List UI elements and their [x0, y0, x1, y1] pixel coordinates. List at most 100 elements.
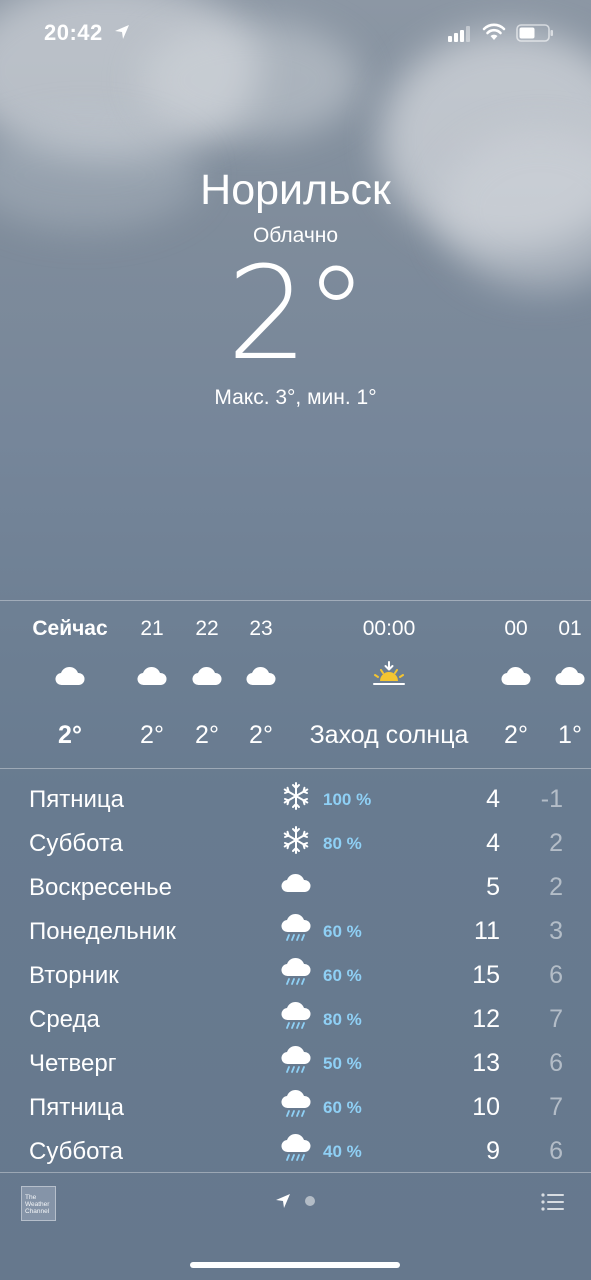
cloud-icon	[246, 666, 276, 686]
weather-channel-logo-text: The Weather Channel	[25, 1194, 50, 1215]
day-high: 9	[486, 1137, 500, 1165]
hourly-item: 22 2°	[185, 601, 229, 768]
day-name: Четверг	[29, 1050, 117, 1077]
hourly-time: 01	[558, 617, 582, 640]
hourly-temp: 1°	[558, 721, 582, 749]
weather-channel-logo[interactable]: The Weather Channel	[21, 1186, 56, 1221]
day-name: Вторник	[29, 962, 119, 989]
cellular-signal-icon	[448, 26, 470, 42]
home-indicator[interactable]	[190, 1262, 400, 1268]
day-name: Суббота	[29, 830, 123, 857]
hourly-time: 00:00	[362, 617, 416, 640]
precip-chance: 50 %	[323, 1054, 362, 1073]
hourly-time: Сейчас	[32, 617, 108, 640]
location-arrow-icon[interactable]	[275, 1193, 291, 1209]
day-high: 5	[486, 873, 500, 901]
hourly-temp: 2°	[195, 721, 219, 749]
daily-row: Четверг 50 % 13 6	[0, 1038, 591, 1082]
battery-icon	[516, 24, 553, 42]
day-high: 11	[474, 917, 500, 945]
current-temperature-value: 2°	[226, 240, 368, 389]
hourly-item: 23 2°	[239, 601, 283, 768]
daily-row: Среда 80 % 12 7	[0, 994, 591, 1038]
snowflake-icon	[283, 782, 309, 810]
cloud-icon	[137, 666, 167, 686]
cloud-icon	[281, 873, 311, 893]
day-high: 4	[486, 785, 500, 813]
precip-chance: 60 %	[323, 1098, 362, 1117]
status-bar: 20:42	[0, 0, 591, 66]
day-high: 10	[472, 1093, 500, 1121]
daily-row: Воскресенье 5 2	[0, 862, 591, 906]
hourly-time: 21	[140, 617, 164, 640]
hourly-time: 22	[195, 617, 219, 640]
hourly-item: Сейчас 2°	[22, 601, 118, 768]
wifi-icon	[482, 23, 506, 40]
precip-chance: 40 %	[323, 1142, 362, 1161]
city-name: Норильск	[200, 166, 391, 214]
day-low: 2	[549, 873, 563, 901]
cloud-icon	[501, 666, 531, 686]
cloud-rain-icon	[281, 1133, 311, 1161]
day-name: Суббота	[29, 1138, 123, 1165]
cloud-rain-icon	[281, 1045, 311, 1073]
list-icon[interactable]	[541, 1192, 565, 1212]
daily-row: Понедельник 60 % 11 3	[0, 906, 591, 950]
divider	[0, 1172, 591, 1173]
daily-row: Пятница 60 % 10 7	[0, 1082, 591, 1126]
hourly-temp: Заход солнца	[309, 721, 469, 749]
location-arrow-icon	[115, 25, 129, 39]
cloud-rain-icon	[281, 1001, 311, 1029]
precip-chance: 80 %	[323, 1010, 362, 1029]
precip-chance: 80 %	[323, 834, 362, 853]
day-name: Понедельник	[29, 918, 176, 945]
day-name: Воскресенье	[29, 874, 173, 901]
cloud-icon	[555, 666, 585, 686]
hourly-forecast[interactable]: Сейчас 2° 21 2° 22 2° 23 2° 00:00 Заход …	[0, 601, 591, 768]
day-high: 12	[472, 1005, 500, 1033]
precip-chance: 60 %	[323, 922, 362, 941]
day-low: 2	[549, 829, 563, 857]
daily-row: Пятница 100 % 4 -1	[0, 774, 591, 818]
day-high: 13	[472, 1049, 500, 1077]
precip-chance: 60 %	[323, 966, 362, 985]
day-low: 7	[549, 1093, 563, 1121]
hourly-temp: 2°	[58, 721, 82, 749]
day-low: 6	[549, 1049, 563, 1077]
day-low: 6	[549, 961, 563, 989]
cloud-rain-icon	[281, 913, 311, 941]
hourly-item: 00 2°	[494, 601, 538, 768]
hourly-time: 23	[249, 617, 273, 640]
precip-chance: 100 %	[323, 790, 372, 809]
day-name: Пятница	[29, 1094, 124, 1121]
day-low: 7	[549, 1005, 563, 1033]
divider	[0, 768, 591, 769]
hourly-temp: 2°	[140, 721, 164, 749]
day-high: 15	[472, 961, 500, 989]
high-low-temperature: Макс. 3°, мин. 1°	[214, 386, 377, 409]
hourly-item-sunset: 00:00 Заход солнца	[298, 601, 480, 768]
hourly-temp: 2°	[249, 721, 273, 749]
sunset-icon	[373, 661, 405, 685]
daily-row: Суббота 80 % 4 2	[0, 818, 591, 862]
status-time: 20:42	[44, 20, 103, 45]
cloud-icon	[55, 666, 85, 686]
daily-row: Вторник 60 % 15 6	[0, 950, 591, 994]
page-dot-icon[interactable]	[305, 1196, 315, 1206]
day-low: 3	[549, 917, 563, 945]
day-name: Пятница	[29, 786, 124, 813]
snowflake-icon	[283, 826, 309, 854]
cloud-rain-icon	[281, 1089, 311, 1117]
day-name: Среда	[29, 1006, 100, 1033]
hourly-time: 00	[504, 617, 528, 640]
day-low: -1	[540, 785, 563, 813]
cloud-rain-icon	[281, 957, 311, 985]
daily-row: Суббота 40 % 9 6	[0, 1126, 591, 1170]
hourly-temp: 2°	[504, 721, 528, 749]
day-high: 4	[486, 829, 500, 857]
hourly-item: 01 1°	[548, 601, 591, 768]
current-temperature: 2°	[0, 247, 591, 382]
cloud-icon	[192, 666, 222, 686]
hourly-item: 21 2°	[130, 601, 174, 768]
day-low: 6	[549, 1137, 563, 1165]
